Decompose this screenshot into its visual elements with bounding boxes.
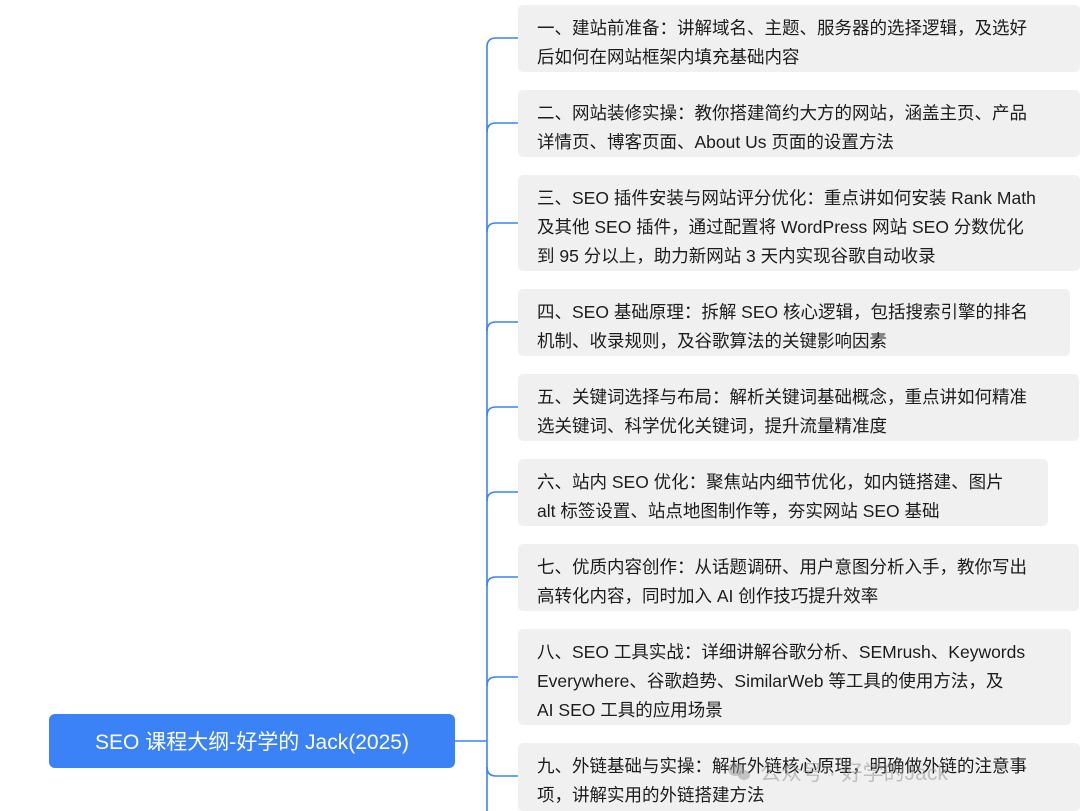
wechat-icon <box>728 762 752 782</box>
branch-connector-2 <box>486 122 518 133</box>
branch-connector-1 <box>486 37 518 48</box>
topic-node-2[interactable]: 二、网站装修实操：教你搭建简约大方的网站，涵盖主页、产品 详情页、博客页面、Ab… <box>518 90 1080 157</box>
branch-connector-3 <box>486 222 518 233</box>
topic-line: Everywhere、谷歌趋势、SimilarWeb 等工具的使用方法，及 <box>537 671 1004 691</box>
topic-line: 五、关键词选择与布局：解析关键词基础概念，重点讲如何精准 <box>537 387 1027 407</box>
branch-connector-6 <box>486 491 518 502</box>
topic-node-8[interactable]: 八、SEO 工具实战：详细讲解谷歌分析、SEMrush、Keywords Eve… <box>518 629 1071 725</box>
root-label: SEO 课程大纲-好学的 Jack(2025) <box>95 731 409 754</box>
topic-line: alt 标签设置、站点地图制作等，夯实网站 SEO 基础 <box>537 501 940 521</box>
topic-line: 二、网站装修实操：教你搭建简约大方的网站，涵盖主页、产品 <box>537 103 1027 123</box>
branch-connector-7 <box>486 576 518 587</box>
topic-node-1[interactable]: 一、建站前准备：讲解域名、主题、服务器的选择逻辑，及选好 后如何在网站框架内填充… <box>518 5 1080 72</box>
watermark: 公众号 · 好学的Jack <box>728 756 948 788</box>
topic-line: 三、SEO 插件安装与网站评分优化：重点讲如何安装 Rank Math <box>537 188 1036 208</box>
topic-line: 八、SEO 工具实战：详细讲解谷歌分析、SEMrush、Keywords <box>537 642 1026 662</box>
topic-node-6[interactable]: 六、站内 SEO 优化：聚焦站内细节优化，如内链搭建、图片 alt 标签设置、站… <box>518 459 1048 526</box>
topic-line: 到 95 分以上，助力新网站 3 天内实现谷歌自动收录 <box>537 246 936 266</box>
watermark-text: 公众号 · 好学的Jack <box>760 762 948 785</box>
topic-line: 高转化内容，同时加入 AI 创作技巧提升效率 <box>537 586 879 606</box>
root-node[interactable]: SEO 课程大纲-好学的 Jack(2025) <box>49 714 455 768</box>
topic-line: 后如何在网站框架内填充基础内容 <box>537 47 800 67</box>
topic-line: 七、优质内容创作：从话题调研、用户意图分析入手，教你写出 <box>537 557 1027 577</box>
branch-connector-9 <box>486 766 518 777</box>
topic-line: 六、站内 SEO 优化：聚焦站内细节优化，如内链搭建、图片 <box>537 472 1004 492</box>
topic-node-5[interactable]: 五、关键词选择与布局：解析关键词基础概念，重点讲如何精准 选关键词、科学优化关键… <box>518 374 1079 441</box>
branch-connector-8 <box>486 676 518 687</box>
branch-connector-4 <box>486 321 518 332</box>
topic-line: 一、建站前准备：讲解域名、主题、服务器的选择逻辑，及选好 <box>537 18 1027 38</box>
topic-line: 选关键词、科学优化关键词，提升流量精准度 <box>537 416 887 436</box>
topic-line: 机制、收录规则，及谷歌算法的关键影响因素 <box>537 331 887 351</box>
topic-node-3[interactable]: 三、SEO 插件安装与网站评分优化：重点讲如何安装 Rank Math 及其他 … <box>518 175 1080 271</box>
topic-line: 四、SEO 基础原理：拆解 SEO 核心逻辑，包括搜索引擎的排名 <box>537 302 1028 322</box>
branch-connector-5 <box>486 406 518 417</box>
topic-node-7[interactable]: 七、优质内容创作：从话题调研、用户意图分析入手，教你写出 高转化内容，同时加入 … <box>518 544 1079 611</box>
topic-line: 详情页、博客页面、About Us 页面的设置方法 <box>537 132 894 152</box>
topic-line: AI SEO 工具的应用场景 <box>537 700 723 720</box>
topic-node-4[interactable]: 四、SEO 基础原理：拆解 SEO 核心逻辑，包括搜索引擎的排名 机制、收录规则… <box>518 289 1070 356</box>
topic-line: 及其他 SEO 插件，通过配置将 WordPress 网站 SEO 分数优化 <box>537 217 1024 237</box>
